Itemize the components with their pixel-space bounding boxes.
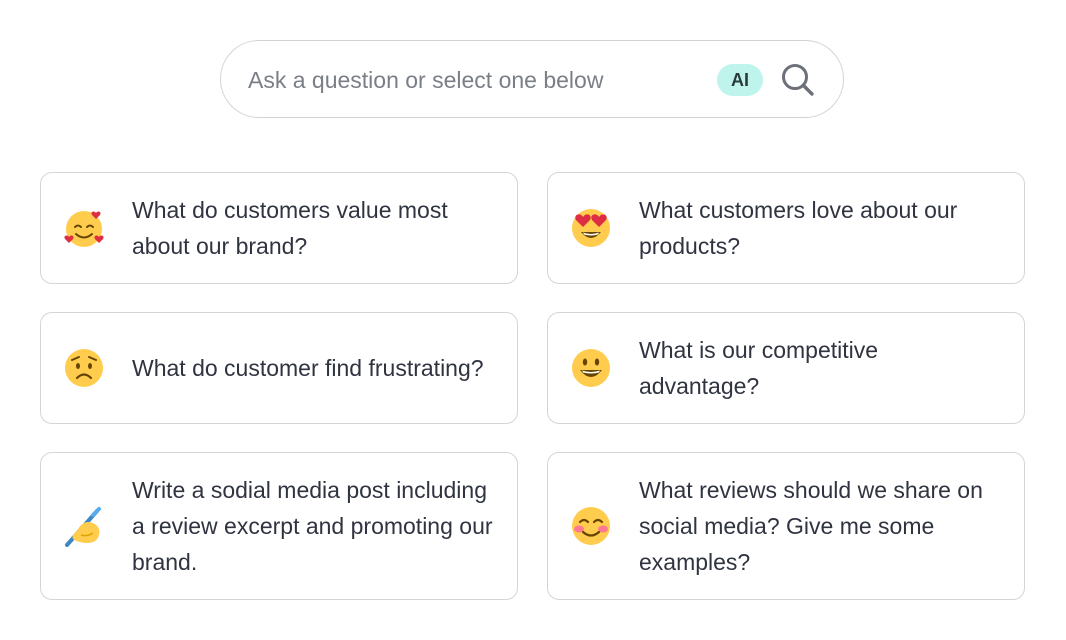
writing-hand-icon [65, 507, 101, 547]
prompt-card-customer-love[interactable]: What customers love about our products? [547, 172, 1025, 284]
magnifier-icon [782, 64, 814, 96]
grinning-face-icon [572, 349, 610, 387]
search-button[interactable] [779, 61, 817, 99]
smiling-face-with-blush-icon [572, 507, 610, 545]
search-bar: AI [220, 40, 844, 118]
prompt-card-social-post[interactable]: Write a sodial media post including a re… [40, 452, 518, 600]
prompt-label: What do customers value most about our b… [132, 197, 448, 259]
prompt-label: Write a sodial media post including a re… [132, 477, 493, 575]
prompt-label: What customers love about our products? [639, 197, 958, 259]
worried-face-icon [65, 349, 103, 387]
prompt-card-competitive-advantage[interactable]: What is our competitive advantage? [547, 312, 1025, 424]
prompt-label: What do customer find frustrating? [132, 355, 484, 381]
prompt-label: What is our competitive advantage? [639, 337, 879, 399]
search-input[interactable] [248, 63, 718, 97]
heart-eyes-face-icon [572, 209, 610, 247]
prompt-card-share-reviews[interactable]: What reviews should we share on social m… [547, 452, 1025, 600]
prompt-label: What reviews should we share on social m… [639, 477, 983, 575]
prompt-card-frustrations[interactable]: What do customer find frustrating? [40, 312, 518, 424]
ai-badge[interactable]: AI [717, 64, 763, 96]
smiling-face-with-hearts-icon [64, 211, 104, 247]
prompt-card-brand-value[interactable]: What do customers value most about our b… [40, 172, 518, 284]
